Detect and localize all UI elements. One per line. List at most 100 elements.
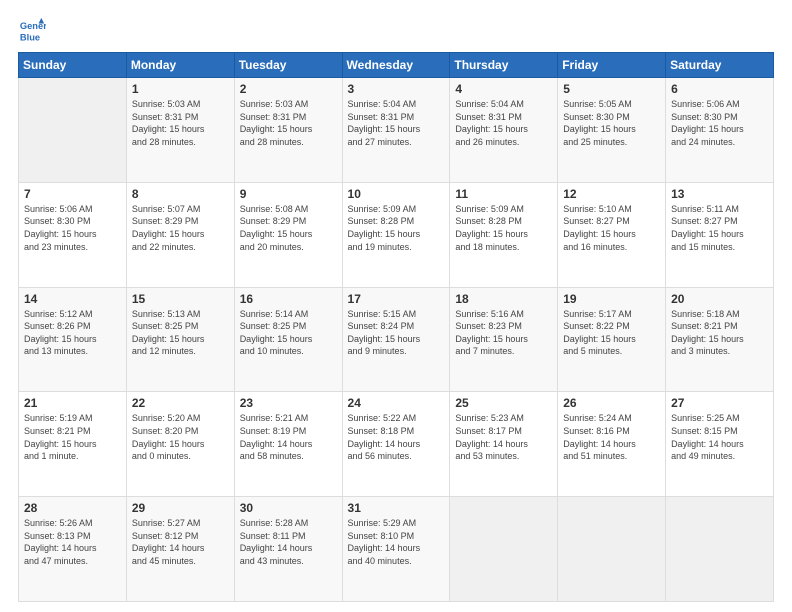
day-info-text: Daylight: 14 hours [240, 542, 337, 555]
day-info-text: Daylight: 14 hours [132, 542, 229, 555]
day-number: 15 [132, 292, 229, 306]
day-number: 24 [348, 396, 445, 410]
day-info-text: Sunset: 8:31 PM [348, 111, 445, 124]
day-info-text: Daylight: 15 hours [348, 123, 445, 136]
day-cell: 3Sunrise: 5:04 AMSunset: 8:31 PMDaylight… [342, 78, 450, 183]
day-info-text: Sunset: 8:13 PM [24, 530, 121, 543]
day-cell: 15Sunrise: 5:13 AMSunset: 8:25 PMDayligh… [126, 287, 234, 392]
day-number: 13 [671, 187, 768, 201]
day-info-text: Sunrise: 5:26 AM [24, 517, 121, 530]
day-info-text: and 15 minutes. [671, 241, 768, 254]
day-number: 19 [563, 292, 660, 306]
day-info-text: Sunset: 8:17 PM [455, 425, 552, 438]
day-info-text: Sunset: 8:19 PM [240, 425, 337, 438]
day-info-text: Daylight: 15 hours [671, 123, 768, 136]
day-cell: 27Sunrise: 5:25 AMSunset: 8:15 PMDayligh… [666, 392, 774, 497]
day-number: 17 [348, 292, 445, 306]
day-cell: 13Sunrise: 5:11 AMSunset: 8:27 PMDayligh… [666, 182, 774, 287]
day-info-text: and 23 minutes. [24, 241, 121, 254]
day-number: 21 [24, 396, 121, 410]
day-info-text: Daylight: 15 hours [132, 228, 229, 241]
day-cell: 26Sunrise: 5:24 AMSunset: 8:16 PMDayligh… [558, 392, 666, 497]
day-info-text: and 19 minutes. [348, 241, 445, 254]
day-number: 12 [563, 187, 660, 201]
day-cell: 1Sunrise: 5:03 AMSunset: 8:31 PMDaylight… [126, 78, 234, 183]
day-info-text: and 16 minutes. [563, 241, 660, 254]
day-info-text: Sunset: 8:23 PM [455, 320, 552, 333]
day-info-text: Daylight: 15 hours [24, 438, 121, 451]
col-header-friday: Friday [558, 53, 666, 78]
day-cell: 29Sunrise: 5:27 AMSunset: 8:12 PMDayligh… [126, 497, 234, 602]
logo: General Blue [18, 16, 50, 44]
day-cell: 11Sunrise: 5:09 AMSunset: 8:28 PMDayligh… [450, 182, 558, 287]
day-info-text: Sunrise: 5:20 AM [132, 412, 229, 425]
day-number: 23 [240, 396, 337, 410]
day-info-text: Sunrise: 5:11 AM [671, 203, 768, 216]
day-info-text: Daylight: 15 hours [455, 333, 552, 346]
day-info-text: Sunset: 8:26 PM [24, 320, 121, 333]
day-number: 22 [132, 396, 229, 410]
day-info-text: Daylight: 14 hours [455, 438, 552, 451]
day-number: 1 [132, 82, 229, 96]
day-info-text: and 3 minutes. [671, 345, 768, 358]
day-cell: 28Sunrise: 5:26 AMSunset: 8:13 PMDayligh… [19, 497, 127, 602]
col-header-sunday: Sunday [19, 53, 127, 78]
day-info-text: and 51 minutes. [563, 450, 660, 463]
col-header-wednesday: Wednesday [342, 53, 450, 78]
calendar: SundayMondayTuesdayWednesdayThursdayFrid… [18, 52, 774, 602]
day-cell: 12Sunrise: 5:10 AMSunset: 8:27 PMDayligh… [558, 182, 666, 287]
day-info-text: Sunset: 8:20 PM [132, 425, 229, 438]
day-info-text: and 40 minutes. [348, 555, 445, 568]
week-row-4: 21Sunrise: 5:19 AMSunset: 8:21 PMDayligh… [19, 392, 774, 497]
day-info-text: Sunset: 8:25 PM [240, 320, 337, 333]
day-cell: 20Sunrise: 5:18 AMSunset: 8:21 PMDayligh… [666, 287, 774, 392]
day-number: 27 [671, 396, 768, 410]
day-info-text: and 43 minutes. [240, 555, 337, 568]
day-info-text: Sunrise: 5:17 AM [563, 308, 660, 321]
day-info-text: Daylight: 15 hours [132, 333, 229, 346]
day-info-text: Daylight: 15 hours [563, 228, 660, 241]
header: General Blue [18, 16, 774, 44]
col-header-monday: Monday [126, 53, 234, 78]
day-info-text: Sunset: 8:21 PM [671, 320, 768, 333]
day-info-text: Daylight: 15 hours [240, 123, 337, 136]
day-number: 6 [671, 82, 768, 96]
day-info-text: Sunrise: 5:19 AM [24, 412, 121, 425]
day-number: 14 [24, 292, 121, 306]
day-number: 30 [240, 501, 337, 515]
day-number: 11 [455, 187, 552, 201]
day-info-text: Sunset: 8:21 PM [24, 425, 121, 438]
day-info-text: Daylight: 15 hours [24, 333, 121, 346]
day-cell [666, 497, 774, 602]
day-info-text: and 7 minutes. [455, 345, 552, 358]
day-info-text: Sunset: 8:11 PM [240, 530, 337, 543]
day-info-text: Daylight: 15 hours [348, 228, 445, 241]
day-info-text: Sunrise: 5:06 AM [671, 98, 768, 111]
day-number: 4 [455, 82, 552, 96]
day-cell: 18Sunrise: 5:16 AMSunset: 8:23 PMDayligh… [450, 287, 558, 392]
day-info-text: and 45 minutes. [132, 555, 229, 568]
day-cell: 21 Sunrise: 5:19 AMSunset: 8:21 PMDayligh… [19, 392, 127, 497]
day-cell: 6Sunrise: 5:06 AMSunset: 8:30 PMDaylight… [666, 78, 774, 183]
day-cell: 17Sunrise: 5:15 AMSunset: 8:24 PMDayligh… [342, 287, 450, 392]
day-info-text: Sunset: 8:22 PM [563, 320, 660, 333]
col-header-saturday: Saturday [666, 53, 774, 78]
day-info-text: Sunrise: 5:03 AM [132, 98, 229, 111]
day-info-text: Sunrise: 5:24 AM [563, 412, 660, 425]
day-info-text: Sunrise: 5:03 AM [240, 98, 337, 111]
svg-text:Blue: Blue [20, 32, 40, 42]
day-info-text: Sunset: 8:24 PM [348, 320, 445, 333]
day-info-text: and 58 minutes. [240, 450, 337, 463]
day-number: 3 [348, 82, 445, 96]
day-info-text: Sunset: 8:28 PM [455, 215, 552, 228]
day-cell: 5Sunrise: 5:05 AMSunset: 8:30 PMDaylight… [558, 78, 666, 183]
day-info-text: and 53 minutes. [455, 450, 552, 463]
day-info-text: Sunset: 8:15 PM [671, 425, 768, 438]
day-info-text: Daylight: 14 hours [24, 542, 121, 555]
day-number: 18 [455, 292, 552, 306]
week-row-2: 7Sunrise: 5:06 AMSunset: 8:30 PMDaylight… [19, 182, 774, 287]
day-info-text: Sunrise: 5:07 AM [132, 203, 229, 216]
day-number: 5 [563, 82, 660, 96]
day-info-text: and 22 minutes. [132, 241, 229, 254]
day-number: 26 [563, 396, 660, 410]
